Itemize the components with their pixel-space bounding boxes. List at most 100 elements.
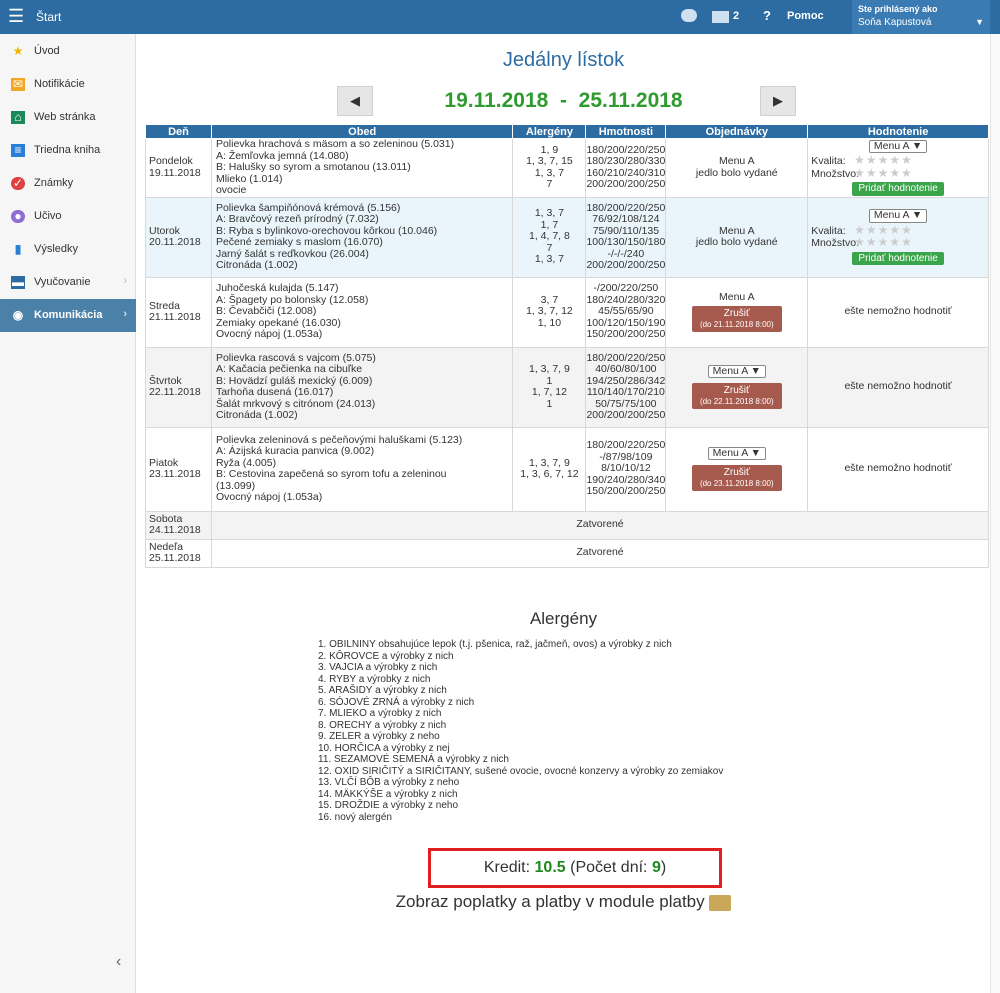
chevron-right-icon: › (123, 308, 127, 320)
sidebar-item-web-stranka[interactable]: ⌂ Web stránka (0, 101, 136, 134)
meal-item: Ovocný nápoj (1.053a) (215, 328, 323, 341)
order-cell: Menu Ajedlo bolo vydané (665, 138, 809, 198)
date-range: 19.11.2018 - 25.11.2018 (444, 89, 683, 112)
allergens-cell: 1, 9 1, 3, 7, 15 1, 3, 77 (512, 138, 587, 198)
day-cell: Nedeľa 25.11.2018 (145, 538, 212, 568)
sidebar-item-label: Web stránka (34, 111, 96, 123)
allergen-item: 2. KÔROVCE a výrobky z nich (318, 650, 454, 662)
graduation-icon: ● (11, 210, 25, 223)
chevron-down-icon[interactable]: ▼ (975, 17, 984, 27)
sidebar-item-triedna-kniha[interactable]: ≡ Triedna kniha (0, 134, 136, 167)
quantity-label: Množstvo: (811, 237, 860, 249)
quantity-label: Množstvo: (811, 167, 860, 180)
allergen-item: 15. DROŽDIE a výrobky z neho (318, 800, 459, 811)
allergen-item: 11. SEZAMOVÉ SEMENÁ a výrobky z nich (318, 754, 509, 765)
weight-values: 76/92/108/124 (592, 213, 660, 225)
weight-values: 150/200/200/250 (586, 328, 666, 341)
sidebar-item-vyucovanie[interactable]: ▬ Vyučovanie › (0, 266, 136, 299)
weight-values: 200/200/200/250 (586, 259, 666, 271)
sidebar-item-komunikacia[interactable]: ◉ Komunikácia › (0, 299, 136, 332)
weight-values: 200/200/200/250 (586, 409, 666, 421)
header-day: Deň (145, 124, 212, 139)
weight-values: 110/140/170/210 (586, 386, 665, 398)
table-row: Nedeľa 25.11.2018 Zatvorené (145, 538, 990, 568)
meal-item: A: Ázijská kuracia panvica (9.002) (215, 445, 375, 457)
meal-item: Ovocný nápoj (1.053a) (215, 491, 323, 503)
menu-select[interactable]: Menu A ▼ (707, 446, 766, 461)
allergen-codes: 1 (546, 397, 553, 410)
cancel-label: Zrušiť (723, 308, 750, 320)
cancel-deadline: (do 21.11.2018 8:00) (699, 320, 774, 330)
top-bar: ☰ Štart 2 ? Pomoc Ste prihlásený ako Soň… (0, 0, 1000, 34)
user-menu[interactable]: Ste prihlásený ako Soňa Kapustová ▼ (852, 0, 990, 34)
days-value: 9 (651, 859, 661, 876)
money-icon[interactable] (709, 894, 732, 911)
bar-chart-icon: ▮ (14, 242, 22, 256)
sidebar-item-label: Výsledky (34, 243, 79, 255)
meal-item: Citronáda (1.002) (215, 409, 298, 421)
day-date: 22.11.2018 (149, 386, 201, 398)
help-icon[interactable]: ? (763, 8, 771, 23)
star-icon: ★ (12, 44, 24, 58)
order-cell: Menu A ▼ Zrušiť (do 23.11.2018 8:00) (665, 426, 809, 512)
meal-item: Citronáda (1.002) (215, 259, 298, 271)
quantity-stars[interactable]: ★★★★★ (854, 167, 913, 180)
payments-text[interactable]: Zobraz poplatky a platby v module platby (396, 892, 705, 911)
meals-cell: Polievka zeleninová s pečeňovými haluška… (210, 426, 514, 512)
allergen-item: 8. ORECHY a výrobky z nich (318, 719, 447, 731)
payments-link[interactable]: Zobraz poplatky a platby v module platby (137, 892, 990, 912)
sidebar-item-ucivo[interactable]: ● Učivo (0, 200, 136, 233)
chat-icon[interactable] (681, 9, 697, 22)
allergen-item: 7. MLIEKO a výrobky z nich (318, 708, 442, 719)
allergen-item: 12. OXID SIRIČITÝ a SIRIČITANY, sušené o… (318, 765, 724, 777)
collapse-sidebar-icon[interactable]: ‹ (116, 953, 121, 971)
day-date: 19.11.2018 (149, 166, 201, 179)
rating-menu-select[interactable]: Menu A ▼ (868, 209, 928, 223)
sidebar-item-label: Triedna kniha (34, 144, 101, 156)
sidebar-item-znamky[interactable]: ✓ Známky (0, 167, 136, 200)
start-link[interactable]: Štart (36, 10, 61, 24)
header-allergens: Alergény (512, 124, 587, 139)
table-row: Streda 21.11.2018 Juhočeská kulajda (5.147… (145, 276, 989, 348)
day-cell: Štvrtok 22.11.2018 (145, 346, 212, 428)
mail-count-badge[interactable]: 2 (733, 10, 739, 22)
cancel-deadline: (do 22.11.2018 8:00) (699, 397, 774, 407)
meal-item: Pečené zemiaky s maslom (16.070) (215, 236, 383, 248)
help-link[interactable]: Pomoc (787, 10, 824, 22)
book-icon: ≡ (11, 144, 25, 157)
closed-cell: Zatvorené (210, 510, 990, 540)
cancel-order-button[interactable]: Zrušiť (do 22.11.2018 8:00) (691, 383, 782, 410)
meal-item: Tarhoňa dusená (16.017) (215, 386, 334, 398)
rating-menu-select[interactable]: Menu A ▼ (868, 139, 928, 154)
meal-item: B: Cestovina zapečená so syrom tofu a ze… (215, 468, 447, 480)
weights-cell: -/200/220/250 180/240/280/320 45/55/65/90 1… (585, 276, 667, 348)
quantity-stars[interactable]: ★★★★★ (854, 236, 913, 249)
sidebar-item-vysledky[interactable]: ▮ Výsledky (0, 233, 136, 266)
header-orders: Objednávky (665, 124, 809, 139)
day-date: 23.11.2018 (149, 468, 201, 480)
home-icon: ⌂ (11, 111, 25, 124)
add-rating-button[interactable]: Pridať hodnotenie (852, 251, 944, 265)
closed-cell: Zatvorené (210, 538, 990, 568)
header-lunch: Obed (210, 124, 514, 139)
order-cell: Menu Ajedlo bolo vydané (665, 196, 809, 278)
meals-cell: Polievka rascová s vajcom (5.075) A: Kača… (210, 346, 514, 428)
allergen-codes: 7 (546, 178, 553, 191)
mail-icon[interactable] (712, 11, 729, 23)
sidebar-item-label: Vyučovanie (34, 276, 91, 288)
table-row: Štvrtok 22.11.2018 Polievka rascová s vajc… (145, 346, 989, 428)
sidebar-item-uvod[interactable]: ★ Úvod (0, 35, 136, 68)
cancel-order-button[interactable]: Zrušiť (do 21.11.2018 8:00) (691, 306, 782, 333)
scrollbar[interactable] (990, 34, 1000, 993)
cancel-order-button[interactable]: Zrušiť (do 23.11.2018 8:00) (691, 465, 782, 492)
add-rating-button[interactable]: Pridať hodnotenie (852, 182, 944, 196)
quality-label: Kvalita: (811, 224, 846, 237)
sidebar-item-notifikacie[interactable]: ✉ Notifikácie (0, 68, 136, 101)
next-week-button[interactable]: ▶ (760, 86, 796, 116)
menu-select[interactable]: Menu A ▼ (707, 364, 766, 379)
rating-cell: ešte nemožno hodnotiť (807, 276, 989, 348)
hamburger-menu-icon[interactable]: ☰ (8, 7, 24, 25)
day-cell: Pondelok 19.11.2018 (145, 138, 212, 198)
sidebar-item-label: Úvod (34, 45, 60, 57)
weights-cell: 180/200/220/250 -/87/98/109 8/10/10/12 190/… (585, 426, 667, 512)
